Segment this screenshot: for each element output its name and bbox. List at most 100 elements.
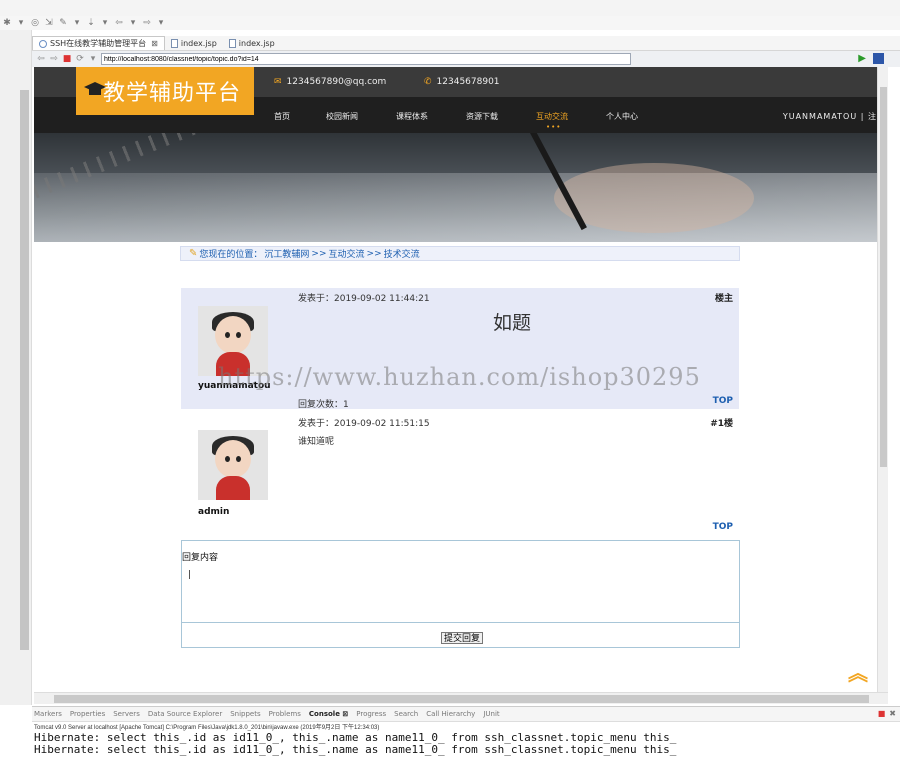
nav-downloads[interactable]: 资源下载 [466, 111, 498, 122]
tab-properties[interactable]: Properties [70, 710, 105, 718]
form-divider [182, 622, 739, 623]
hero-banner [34, 116, 877, 242]
console-line: Hibernate: select this_.id as id11_0_, t… [34, 743, 677, 756]
breadcrumb-tech[interactable]: 技术交流 [384, 247, 420, 260]
post-reply: 发表于：2019-09-02 11:51:15 #1楼 谁知道呢 admin T… [181, 409, 739, 539]
site-logo[interactable]: 教学辅助平台 [76, 67, 254, 115]
avatar-face [215, 316, 251, 354]
stop-icon[interactable]: ■ [62, 54, 72, 64]
next-annotation-icon[interactable]: ⇣ [86, 18, 96, 28]
contact-phone: ✆ 12345678901 [424, 77, 500, 87]
post-time: 发表于：2019-09-02 11:44:21 [298, 294, 430, 304]
dropdown-icon[interactable]: ▾ [16, 18, 26, 28]
tab-call-hierarchy[interactable]: Call Hierarchy [426, 710, 475, 718]
file-icon [170, 38, 178, 48]
left-gutter [0, 30, 32, 705]
breadcrumb: ✎ 您现在的位置： 沉工教辅网 >> 互动交流 >> 技术交流 [180, 246, 740, 261]
avatar-eye [236, 456, 241, 462]
go-icon[interactable]: ▶ [858, 53, 866, 64]
tab-servers[interactable]: Servers [113, 710, 140, 718]
nav-courses[interactable]: 课程体系 [396, 111, 428, 122]
run-icon[interactable]: ✱ [2, 18, 12, 28]
nav-profile[interactable]: 个人中心 [606, 111, 638, 122]
forward-icon[interactable]: ⇨ [142, 18, 152, 28]
post-body: 谁知道呢 [298, 437, 335, 447]
avatar-eye [225, 332, 230, 338]
close-icon[interactable]: ⊠ [151, 39, 158, 48]
mail-icon: ✉ [274, 77, 282, 87]
tab-search[interactable]: Search [394, 710, 418, 718]
tab-progress[interactable]: Progress [356, 710, 386, 718]
browser-menu-icon[interactable] [873, 53, 884, 64]
submit-reply-button[interactable]: 提交回复 [441, 632, 484, 644]
reply-textarea[interactable] [186, 565, 736, 621]
avatar-body [216, 476, 250, 500]
breadcrumb-sep: >> [311, 248, 327, 259]
nav-news[interactable]: 校园新闻 [326, 111, 358, 122]
left-scroll-strip [20, 90, 29, 650]
web-icon[interactable]: ◎ [30, 18, 40, 28]
refresh-icon[interactable]: ⟳ [75, 54, 85, 64]
console-output: Hibernate: select this_.id as id11_0_, t… [34, 732, 894, 759]
nav-user[interactable]: YUANMAMATOU | 注 [783, 111, 877, 122]
dropdown-icon[interactable]: ▾ [72, 18, 82, 28]
breadcrumb-sep: >> [366, 248, 382, 259]
tab-index-jsp-2[interactable]: index.jsp [223, 36, 281, 50]
back-arrow-icon[interactable]: ⇦ [36, 54, 46, 64]
top-link[interactable]: TOP [713, 522, 733, 532]
tab-browser[interactable]: SSH在线教学辅助管理平台 ⊠ [32, 36, 165, 50]
dropdown-icon[interactable]: ▾ [128, 18, 138, 28]
nav-home[interactable]: 首页 [274, 111, 290, 122]
post-floor: 楼主 [714, 294, 733, 304]
breadcrumb-interaction[interactable]: 互动交流 [329, 247, 365, 260]
tab-label: index.jsp [180, 38, 217, 48]
dropdown-icon[interactable]: ▾ [100, 18, 110, 28]
horizontal-scrollbar[interactable] [34, 692, 888, 704]
tab-junit[interactable]: JUnit [483, 710, 499, 718]
nav-active-dots: ••• [546, 123, 562, 131]
top-link[interactable]: TOP [713, 396, 733, 406]
nav-interaction[interactable]: 互动交流 [536, 111, 568, 122]
console-status: Tomcat v9.0 Server at localhost [Apache … [34, 725, 380, 731]
file-icon [228, 38, 236, 48]
vertical-scrollbar[interactable] [877, 67, 888, 692]
breadcrumb-home[interactable]: 沉工教辅网 [264, 247, 309, 260]
refactor-icon[interactable]: ⇲ [44, 18, 54, 28]
watermark: https://www.huzhan.com/ishop30295 [218, 363, 701, 391]
logo-text: 教学辅助平台 [102, 81, 241, 106]
author-name[interactable]: admin [198, 507, 229, 517]
remove-icon[interactable]: ✖ [889, 709, 896, 718]
url-input[interactable] [101, 53, 631, 65]
graduation-cap-icon [84, 82, 106, 95]
back-icon[interactable]: ⇦ [114, 18, 124, 28]
dropdown-icon[interactable]: ▾ [156, 18, 166, 28]
tab-index-jsp-1[interactable]: index.jsp [165, 36, 223, 50]
scroll-thumb[interactable] [880, 87, 887, 467]
tab-snippets[interactable]: Snippets [230, 710, 260, 718]
avatar-eye [236, 332, 241, 338]
tab-problems[interactable]: Problems [269, 710, 301, 718]
tab-console[interactable]: Console ⊠ [309, 710, 348, 718]
terminate-icon[interactable]: ■ [878, 709, 886, 718]
ide-toolbar: ✱ ▾ ◎ ⇲ ✎ ▾ ⇣ ▾ ⇦ ▾ ⇨ ▾ [0, 16, 900, 30]
text-caret [189, 570, 190, 579]
site-header: ✉ 1234567890@qq.com ✆ 12345678901 首页 校园新闻 … [34, 67, 877, 242]
post-title: 如题 [493, 312, 532, 334]
annotation-icon[interactable]: ✎ [58, 18, 68, 28]
back-to-top-icon[interactable]: ︽ [848, 663, 868, 683]
tab-label: SSH在线教学辅助管理平台 [50, 39, 147, 48]
reply-form: 回复内容 提交回复 [181, 540, 740, 648]
post-floor: #1楼 [710, 419, 733, 429]
post-time: 发表于：2019-09-02 11:51:15 [298, 419, 430, 429]
forward-arrow-icon[interactable]: ⇨ [49, 54, 59, 64]
scroll-thumb[interactable] [54, 695, 869, 703]
globe-icon [39, 39, 47, 48]
phone-icon: ✆ [424, 77, 432, 87]
avatar-eye [225, 456, 230, 462]
tab-data-source[interactable]: Data Source Explorer [148, 710, 222, 718]
email-text: 1234567890@qq.com [286, 77, 387, 87]
editor-tab-bar: SSH在线教学辅助管理平台 ⊠ index.jsp index.jsp [32, 36, 900, 51]
chevron-down-icon[interactable]: ▾ [88, 54, 98, 64]
tab-markers[interactable]: Markers [34, 710, 62, 718]
phone-text: 12345678901 [436, 77, 500, 87]
